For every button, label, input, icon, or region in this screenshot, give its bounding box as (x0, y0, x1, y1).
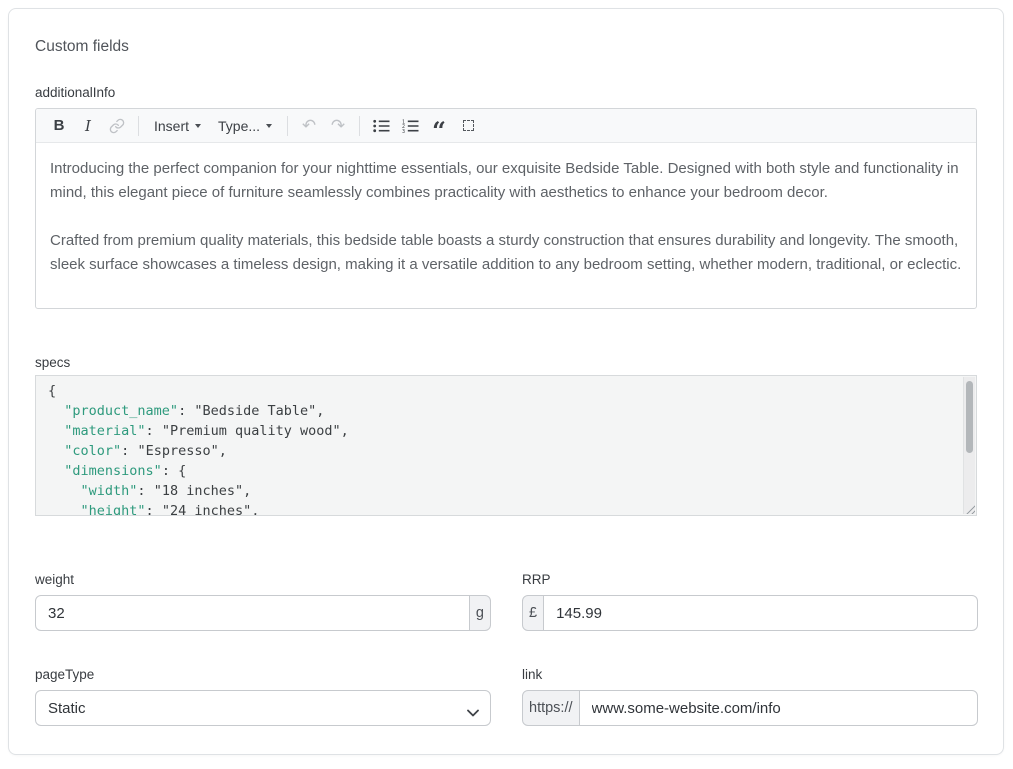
page-type-label: pageType (35, 667, 491, 682)
type-menu-button[interactable]: Type... (211, 113, 279, 139)
chevron-down-icon (266, 124, 272, 128)
toolbar-divider (359, 116, 360, 136)
chevron-down-icon (195, 124, 201, 128)
custom-fields-panel: Custom fields additionalInfo B I (8, 8, 1004, 755)
page-type-field: pageType Static (35, 667, 491, 726)
bullet-list-icon (373, 119, 390, 133)
dashed-box-icon (463, 120, 474, 131)
numbered-list-button[interactable]: 1 2 3 (397, 113, 423, 139)
toolbar-divider (287, 116, 288, 136)
link-input[interactable] (579, 690, 978, 726)
type-menu-label: Type... (218, 118, 260, 134)
code-line: { (48, 381, 952, 401)
insert-menu-label: Insert (154, 118, 189, 134)
rich-text-editor: B I Insert (35, 108, 977, 309)
link-label: link (522, 667, 978, 682)
code-line: "dimensions": { (48, 461, 952, 481)
editor-paragraph: Crafted from premium quality materials, … (50, 229, 962, 277)
code-line: "height": "24 inches", (48, 501, 952, 516)
undo-icon: ↶ (302, 117, 316, 134)
container-block-button[interactable] (455, 113, 481, 139)
protocol-addon: https:// (522, 690, 580, 726)
rrp-label: RRP (522, 572, 978, 587)
specs-code-editor[interactable]: { "product_name": "Bedside Table", "mate… (35, 375, 977, 516)
svg-text:3: 3 (402, 129, 405, 133)
link-icon (109, 118, 125, 134)
redo-icon: ↷ (331, 117, 345, 134)
weight-field: weight g (35, 572, 491, 631)
additional-info-label: additionalInfo (35, 85, 977, 100)
bold-button[interactable]: B (46, 113, 72, 139)
scrollbar-thumb[interactable] (966, 381, 973, 453)
specs-label: specs (35, 355, 977, 370)
italic-button[interactable]: I (75, 113, 101, 139)
link-button[interactable] (104, 113, 130, 139)
code-line: "color": "Espresso", (48, 441, 952, 461)
additional-info-field: additionalInfo B I (35, 85, 977, 309)
code-line: "width": "18 inches", (48, 481, 952, 501)
code-content: { "product_name": "Bedside Table", "mate… (48, 381, 952, 516)
weight-unit-addon: g (469, 595, 491, 631)
undo-button[interactable]: ↶ (296, 113, 322, 139)
weight-label: weight (35, 572, 491, 587)
page-type-select[interactable]: Static (35, 690, 491, 726)
editor-toolbar: B I Insert (36, 109, 976, 143)
vertical-scrollbar[interactable] (963, 377, 975, 514)
insert-menu-button[interactable]: Insert (147, 113, 208, 139)
rrp-input[interactable] (543, 595, 978, 631)
redo-button[interactable]: ↷ (325, 113, 351, 139)
panel-title: Custom fields (35, 38, 977, 56)
blockquote-icon: “ (432, 126, 446, 136)
currency-addon: £ (522, 595, 544, 631)
editor-content-area[interactable]: Introducing the perfect companion for yo… (36, 143, 976, 291)
blockquote-button[interactable]: “ (426, 113, 452, 139)
numbered-list-icon: 1 2 3 (402, 119, 419, 133)
toolbar-divider (138, 116, 139, 136)
code-line: "product_name": "Bedside Table", (48, 401, 952, 421)
specs-field: specs { "product_name": "Bedside Table",… (35, 355, 977, 516)
bullet-list-button[interactable] (368, 113, 394, 139)
link-field: link https:// (522, 667, 978, 726)
editor-paragraph: Introducing the perfect companion for yo… (50, 157, 962, 205)
code-line: "material": "Premium quality wood", (48, 421, 952, 441)
weight-input[interactable] (35, 595, 470, 631)
rrp-field: RRP £ (522, 572, 978, 631)
